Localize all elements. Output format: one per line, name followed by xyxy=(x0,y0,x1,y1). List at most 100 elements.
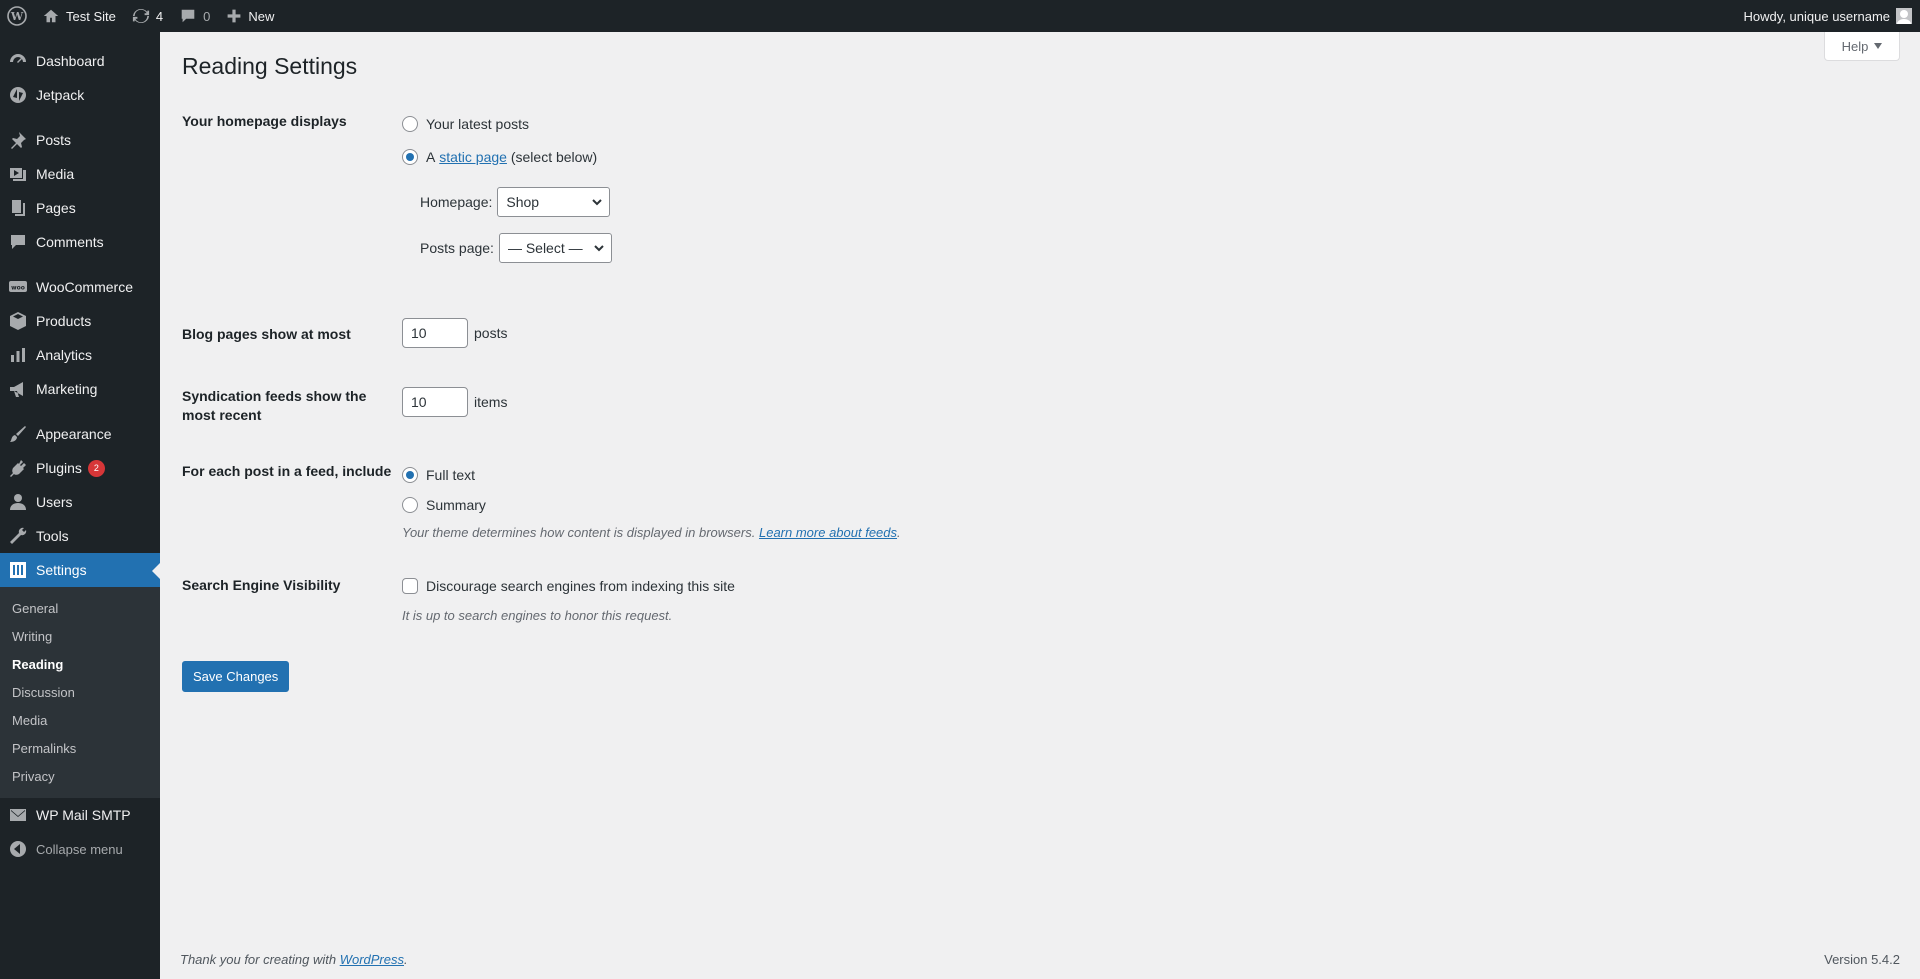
submenu-item-privacy[interactable]: Privacy xyxy=(0,762,160,790)
homepage-displays-row: Your homepage displays Your latest posts… xyxy=(182,112,1082,302)
sidebar-item-jetpack[interactable]: Jetpack xyxy=(0,78,160,112)
static-page-link[interactable]: static page xyxy=(439,149,507,165)
sidebar-item-label: Posts xyxy=(36,132,72,148)
sidebar-item-woocommerce[interactable]: woo WooCommerce xyxy=(0,270,160,304)
pages-icon xyxy=(12,200,25,216)
posts-page-select[interactable]: — Select — xyxy=(498,233,612,263)
megaphone-icon xyxy=(10,382,23,397)
syndication-label: Syndication feeds show the most recent xyxy=(182,388,367,423)
sidebar-item-media[interactable]: Media xyxy=(0,157,160,191)
homepage-label: Homepage: xyxy=(420,194,493,210)
latest-posts-label: Your latest posts xyxy=(426,116,529,132)
discourage-search-checkbox[interactable] xyxy=(402,578,418,594)
collapse-arrow-icon xyxy=(10,841,26,857)
sidebar-item-analytics[interactable]: Analytics xyxy=(0,338,160,372)
discourage-search-option[interactable]: Discourage search engines from indexing … xyxy=(402,576,735,596)
sidebar-item-dashboard[interactable]: Dashboard xyxy=(0,44,160,78)
page-title: Reading Settings xyxy=(182,53,358,79)
comments-count: 0 xyxy=(203,8,211,24)
admin-bar: W Test Site 4 0 New Howdy, unique userna… xyxy=(0,0,1920,32)
submenu-item-permalinks[interactable]: Permalinks xyxy=(0,734,160,762)
learn-more-feeds-link[interactable]: Learn more about feeds xyxy=(759,525,897,540)
sidebar-item-settings[interactable]: Settings xyxy=(0,553,160,587)
sidebar-item-label: Dashboard xyxy=(36,53,105,69)
sidebar-item-posts[interactable]: Posts xyxy=(0,123,160,157)
bar-chart-icon xyxy=(11,348,25,362)
sidebar-item-label: Analytics xyxy=(36,347,93,363)
static-page-suffix: (select below) xyxy=(510,149,598,165)
sidebar-item-users[interactable]: Users xyxy=(0,485,160,519)
wrench-icon xyxy=(10,527,27,544)
site-name-link[interactable]: Test Site xyxy=(34,0,124,32)
new-label: New xyxy=(248,8,275,24)
wordpress-logo-icon[interactable]: W xyxy=(0,0,34,32)
comments-link[interactable]: 0 xyxy=(171,0,218,32)
media-icon xyxy=(10,168,26,181)
help-tab-button[interactable]: Help xyxy=(1824,32,1900,61)
archive-box-icon xyxy=(10,312,26,330)
sidebar-item-appearance[interactable]: Appearance xyxy=(0,417,160,451)
static-page-radio[interactable] xyxy=(402,149,418,165)
sidebar-item-comments[interactable]: Comments xyxy=(0,225,160,259)
blog-pages-unit: posts xyxy=(474,325,508,341)
admin-sidebar: Dashboard Jetpack Posts Media Pages Comm… xyxy=(0,32,160,979)
full-text-radio[interactable] xyxy=(402,467,418,483)
blog-pages-input[interactable]: 10 xyxy=(402,318,468,348)
save-changes-button[interactable]: Save Changes xyxy=(182,661,290,692)
footer-thanks-text: Thank you for creating with xyxy=(180,952,337,967)
woocommerce-icon: woo xyxy=(9,281,27,292)
latest-posts-option[interactable]: Your latest posts xyxy=(402,114,612,134)
sidebar-item-products[interactable]: Products xyxy=(0,304,160,338)
avatar xyxy=(1896,8,1912,24)
sidebar-item-plugins[interactable]: Plugins 2 xyxy=(0,451,160,485)
user-icon xyxy=(10,494,26,510)
chevron-down-icon xyxy=(592,199,603,206)
full-text-option[interactable]: Full text xyxy=(402,465,901,485)
sidebar-item-marketing[interactable]: Marketing xyxy=(0,372,160,406)
sidebar-item-label: Appearance xyxy=(36,426,112,442)
plus-icon xyxy=(227,9,241,23)
plugins-update-badge: 2 xyxy=(87,459,105,477)
sidebar-item-wp-mail-smtp[interactable]: WP Mail SMTP xyxy=(0,798,160,832)
homepage-select-value: Shop xyxy=(506,194,540,210)
submenu-item-media[interactable]: Media xyxy=(0,706,160,734)
updates-icon xyxy=(132,8,149,24)
settings-sliders-icon xyxy=(10,562,26,578)
sidebar-item-label: Products xyxy=(36,313,92,329)
search-visibility-note: It is up to search engines to honor this… xyxy=(402,608,673,623)
sidebar-item-tools[interactable]: Tools xyxy=(0,519,160,553)
collapse-menu-button[interactable]: Collapse menu xyxy=(0,832,160,866)
new-content-link[interactable]: New xyxy=(218,0,282,32)
my-account-link[interactable]: Howdy, unique username xyxy=(1736,0,1920,32)
syndication-field: 10 items xyxy=(402,387,507,417)
sidebar-item-label: WP Mail SMTP xyxy=(36,807,131,823)
feed-include-label: For each post in a feed, include xyxy=(182,463,392,479)
latest-posts-radio[interactable] xyxy=(402,116,418,132)
summary-option[interactable]: Summary xyxy=(402,495,901,515)
feed-description: Your theme determines how content is dis… xyxy=(402,525,901,540)
footer-thanks: Thank you for creating with WordPress. xyxy=(180,952,408,967)
submenu-item-discussion[interactable]: Discussion xyxy=(0,678,160,706)
dashboard-icon xyxy=(10,54,26,63)
static-page-option[interactable]: A static page (select below) xyxy=(402,147,612,167)
submenu-item-writing[interactable]: Writing xyxy=(0,622,160,650)
submenu-item-general[interactable]: General xyxy=(0,594,160,622)
sidebar-item-label: Tools xyxy=(36,528,69,544)
caret-down-icon xyxy=(1874,43,1883,53)
summary-radio[interactable] xyxy=(402,497,418,513)
posts-page-select-row: Posts page: — Select — xyxy=(420,233,612,263)
blog-pages-field: 10 posts xyxy=(402,318,507,348)
sidebar-item-label: Users xyxy=(36,494,73,510)
syndication-input[interactable]: 10 xyxy=(402,387,468,417)
help-label: Help xyxy=(1841,38,1869,54)
updates-link[interactable]: 4 xyxy=(124,0,171,32)
wordpress-link[interactable]: WordPress xyxy=(340,952,404,967)
sidebar-item-pages[interactable]: Pages xyxy=(0,191,160,225)
home-icon xyxy=(43,9,59,23)
site-name: Test Site xyxy=(66,8,116,24)
settings-submenu: General Writing Reading Discussion Media… xyxy=(0,587,160,798)
homepage-select[interactable]: Shop xyxy=(497,187,611,217)
pushpin-icon xyxy=(11,132,26,149)
submenu-item-reading[interactable]: Reading xyxy=(0,650,160,678)
greeting: Howdy, unique username xyxy=(1743,8,1890,24)
